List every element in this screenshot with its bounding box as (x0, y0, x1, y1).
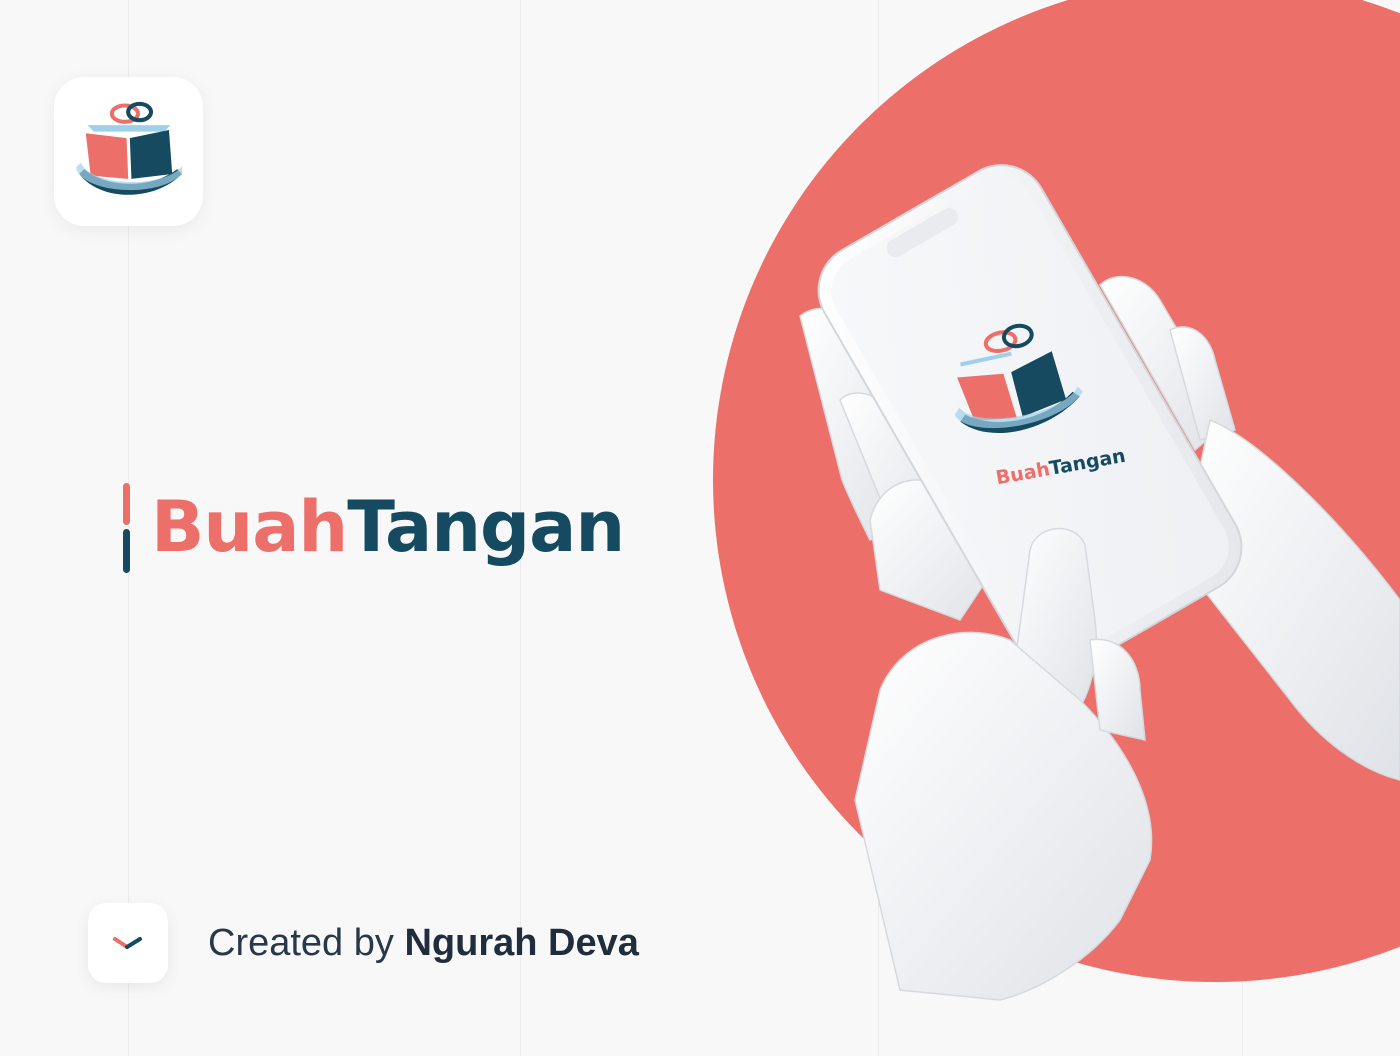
brand-part-buah: Buah (151, 486, 348, 568)
gift-book-hand-logo-icon (76, 101, 182, 195)
credit-prefix: Created by (208, 922, 394, 964)
brand-accent-bar (123, 483, 130, 573)
chevron-down-icon (113, 937, 142, 949)
credit-toggle-button[interactable] (88, 903, 168, 983)
app-icon-tile[interactable] (54, 77, 203, 226)
brand-part-tangan: Tangan (347, 486, 625, 568)
brand-title: BuahTangan (151, 485, 625, 569)
credit-text: Created by Ngurah Deva (208, 920, 639, 966)
credit-author: Ngurah Deva (404, 922, 639, 964)
